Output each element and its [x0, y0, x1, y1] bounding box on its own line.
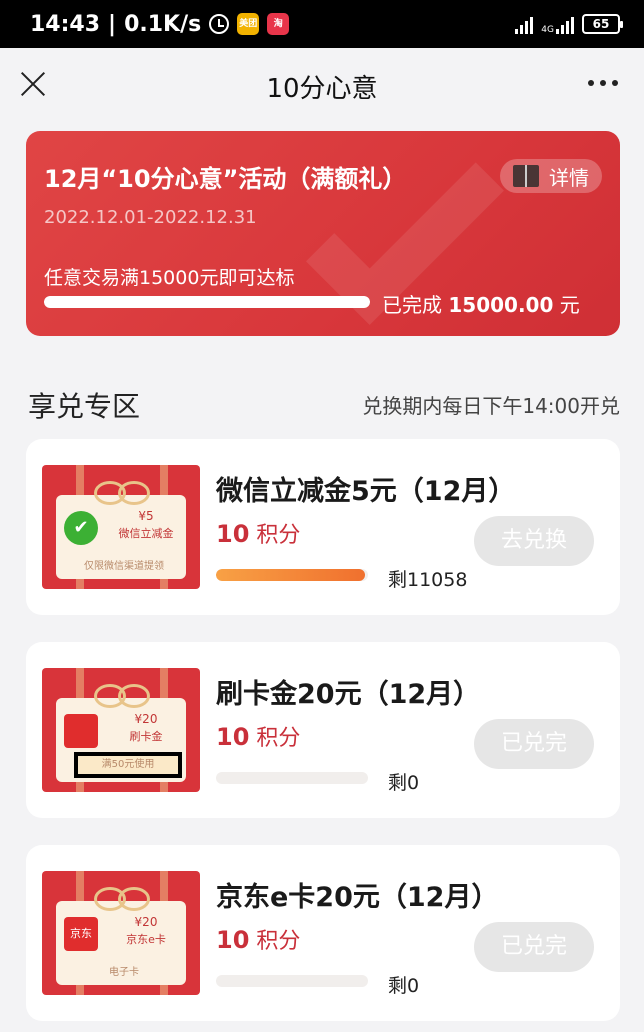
banner-done-text: 已完成 15000.00 元 — [382, 289, 580, 318]
thumb-amount: ¥20 — [134, 915, 158, 929]
stock-bar — [216, 975, 368, 987]
points-value: 10 — [216, 723, 250, 751]
thumb-note: 满50元使用 — [74, 752, 182, 778]
reward-thumbnail: ✔ ¥5 微信立减金 仅限微信渠道提领 — [42, 465, 200, 589]
thumb-label: 微信立减金 — [118, 527, 174, 540]
battery-icon: 65 — [582, 14, 623, 34]
status-bar: 14:43 | 0.1K/s 美团 淘 4G 65 — [0, 0, 644, 48]
activity-banner: 12月“10分心意”活动（满额礼） 详情 2022.12.01-2022.12.… — [26, 131, 620, 336]
reward-title: 京东e卡20元（12月） — [216, 882, 499, 913]
gift-bow-icon — [94, 479, 150, 505]
cell-signal-icon — [556, 14, 574, 34]
reward-points: 10 积分 — [216, 720, 300, 752]
thumb-note: 仅限微信渠道提领 — [84, 561, 164, 572]
page-title: 10分心意 — [266, 73, 378, 104]
status-divider: | — [108, 11, 117, 37]
done-prefix: 已完成 — [382, 293, 442, 317]
wifi-signal-icon — [515, 14, 534, 34]
stock-bar-fill — [216, 569, 365, 581]
thumb-amount: ¥5 — [138, 509, 154, 523]
sold-out-button[interactable]: 已兑完 — [474, 922, 594, 972]
done-unit: 元 — [559, 293, 580, 317]
points-value: 10 — [216, 520, 250, 548]
status-speed: 0.1K/s — [124, 11, 202, 37]
jd-logo-icon: 京东 — [64, 917, 98, 951]
reward-remaining: 剩0 — [388, 772, 420, 794]
stock-bar — [216, 569, 368, 581]
points-unit: 积分 — [256, 523, 301, 548]
points-value: 10 — [216, 926, 250, 954]
close-icon[interactable] — [18, 68, 48, 98]
thumb-note: 电子卡 — [109, 967, 139, 978]
reward-points: 10 积分 — [216, 923, 300, 955]
detail-button[interactable]: 详情 — [500, 159, 602, 193]
book-icon — [513, 165, 539, 187]
status-left: 14:43 | 0.1K/s 美团 淘 — [30, 11, 290, 37]
detail-label: 详情 — [549, 165, 589, 190]
meituan-icon: 美团 — [237, 13, 260, 35]
gift-bow-icon — [94, 682, 150, 708]
more-menu-icon[interactable] — [588, 80, 618, 86]
reward-remaining: 剩11058 — [388, 569, 468, 591]
banner-progress-fill — [44, 296, 370, 308]
network-type: 4G — [541, 25, 554, 35]
red-packet-icon — [64, 714, 98, 748]
status-time: 14:43 — [30, 11, 101, 37]
reward-card[interactable]: 京东 ¥20 京东e卡 电子卡 京东e卡20元（12月） 10 积分 剩0 已兑… — [26, 845, 620, 1021]
banner-title: 12月“10分心意”活动（满额礼） — [44, 165, 407, 193]
section-note: 兑换期内每日下午14:00开兑 — [362, 394, 620, 418]
stock-bar — [216, 772, 368, 784]
reward-thumbnail: ¥20 刷卡金 满50元使用 — [42, 668, 200, 792]
banner-date-range: 2022.12.01-2022.12.31 — [44, 207, 257, 228]
banner-goal-text: 任意交易满15000元即可达标 — [44, 267, 295, 289]
gift-bow-icon — [94, 885, 150, 911]
points-unit: 积分 — [256, 929, 301, 954]
done-amount: 15000.00 — [448, 293, 554, 317]
reward-title: 刷卡金20元（12月） — [216, 679, 481, 710]
thumb-label: 刷卡金 — [129, 730, 163, 743]
reward-points: 10 积分 — [216, 517, 300, 549]
section-title: 享兑专区 — [28, 390, 141, 423]
reward-thumbnail: 京东 ¥20 京东e卡 电子卡 — [42, 871, 200, 995]
reward-card[interactable]: ✔ ¥5 微信立减金 仅限微信渠道提领 微信立减金5元（12月） 10 积分 剩… — [26, 439, 620, 615]
taobao-icon: 淘 — [267, 13, 290, 35]
title-bar: 10分心意 — [0, 48, 644, 124]
sold-out-button[interactable]: 已兑完 — [474, 719, 594, 769]
points-unit: 积分 — [256, 726, 301, 751]
reward-card[interactable]: ¥20 刷卡金 满50元使用 刷卡金20元（12月） 10 积分 剩0 已兑完 — [26, 642, 620, 818]
status-right: 4G 65 — [515, 13, 623, 35]
redeem-button[interactable]: 去兑换 — [474, 516, 594, 566]
thumb-label: 京东e卡 — [126, 933, 166, 946]
reward-remaining: 剩0 — [388, 975, 420, 997]
reward-title: 微信立减金5元（12月） — [216, 476, 516, 507]
thumb-amount: ¥20 — [134, 712, 158, 726]
wechat-icon: ✔ — [64, 511, 98, 545]
banner-progress-bar — [44, 296, 370, 308]
alarm-icon — [209, 14, 230, 34]
